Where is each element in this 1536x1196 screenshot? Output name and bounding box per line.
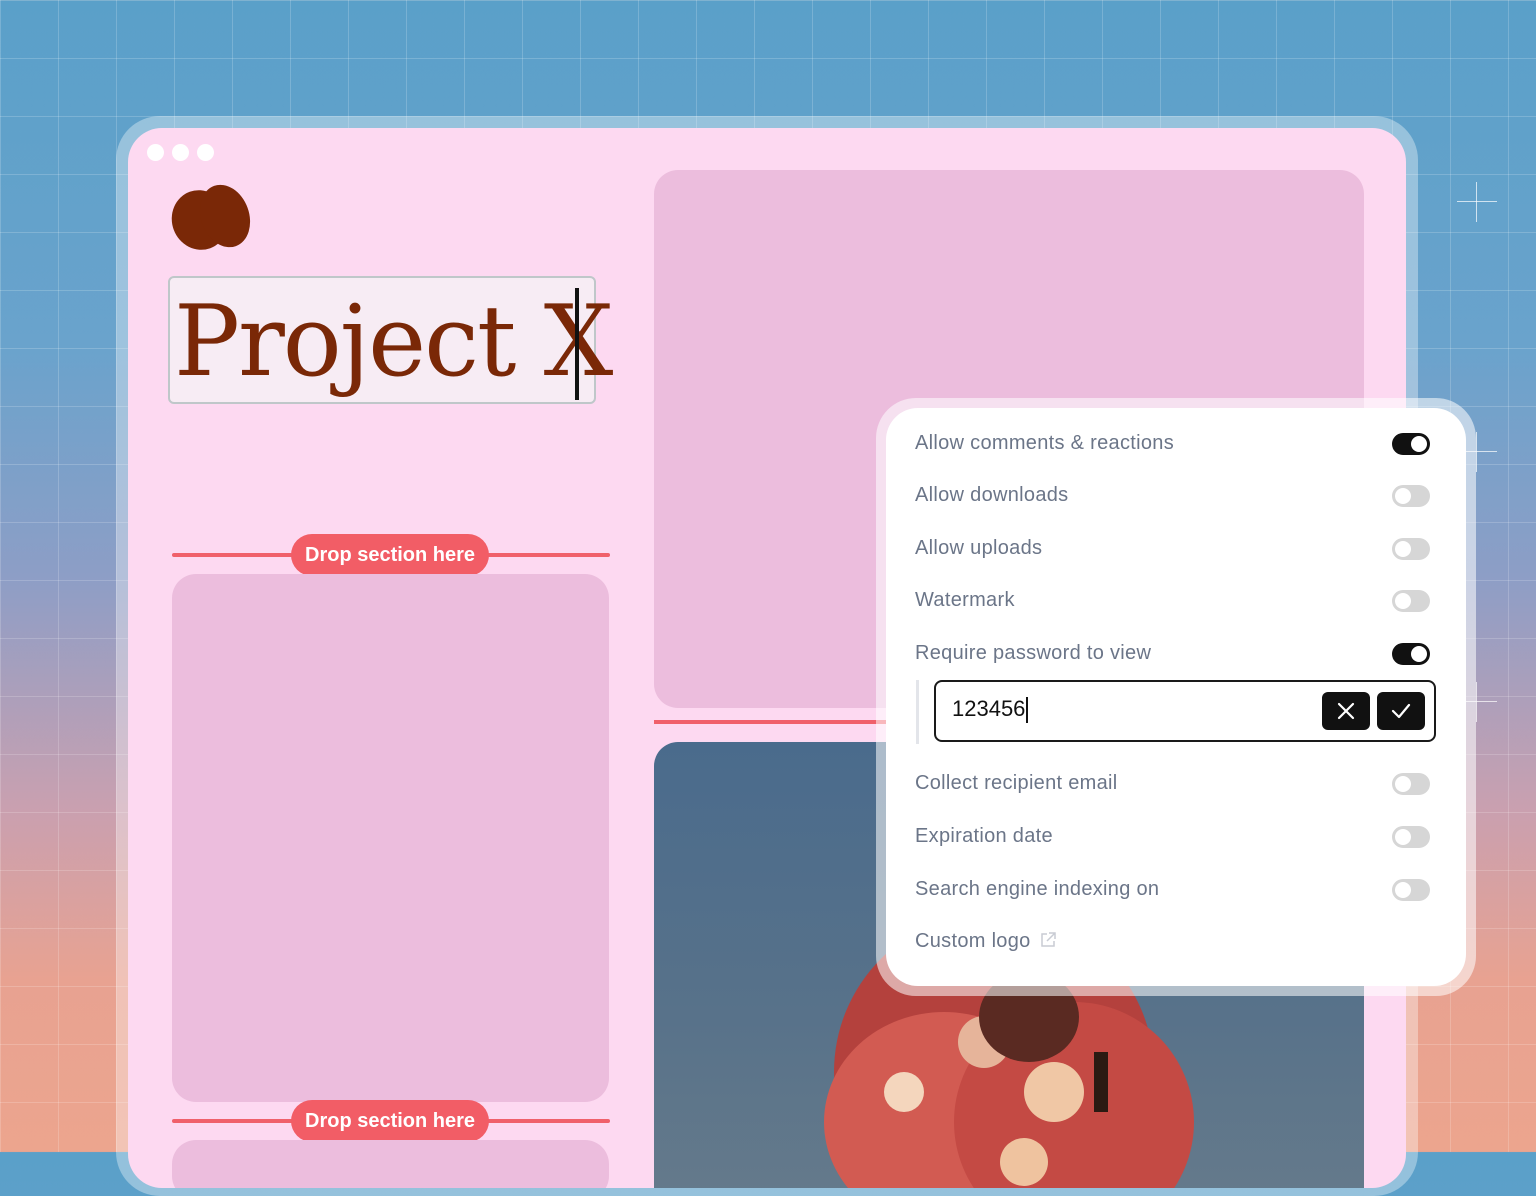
logo-blob-icon [171, 184, 251, 250]
drop-zone-line [654, 720, 914, 724]
window-dot[interactable] [197, 144, 214, 161]
text-caret [575, 288, 579, 400]
setting-label: Search engine indexing on [915, 878, 1160, 900]
setting-label: Expiration date [915, 825, 1053, 847]
setting-label: Collect recipient email [915, 772, 1118, 794]
email-toggle[interactable] [1392, 773, 1430, 795]
check-icon [1391, 703, 1411, 719]
title-input[interactable]: Project X [168, 276, 613, 404]
setting-row-custom-logo[interactable]: Custom logo [915, 922, 1430, 962]
comments-toggle[interactable] [1392, 433, 1430, 455]
setting-row-comments: Allow comments & reactions [915, 424, 1430, 464]
setting-row-password: Require password to view [915, 634, 1430, 674]
window-controls [147, 144, 214, 161]
cancel-password-button[interactable] [1322, 692, 1370, 730]
setting-row-watermark: Watermark [915, 581, 1430, 621]
share-settings-popover: Allow comments & reactions Allow downloa… [886, 408, 1466, 986]
indexing-toggle[interactable] [1392, 879, 1430, 901]
content-placeholder[interactable] [172, 1140, 609, 1188]
setting-row-email: Collect recipient email [915, 764, 1430, 804]
window-dot[interactable] [172, 144, 189, 161]
password-text: 123456 [952, 696, 1026, 721]
setting-label: Allow comments & reactions [915, 432, 1175, 454]
content-placeholder[interactable] [172, 574, 609, 1102]
setting-label: Watermark [915, 589, 1015, 611]
setting-row-expiration: Expiration date [915, 817, 1430, 857]
watermark-toggle[interactable] [1392, 590, 1430, 612]
drop-section-label[interactable]: Drop section here [291, 1100, 490, 1142]
sparkle-decoration [1457, 182, 1497, 222]
text-caret [1026, 697, 1029, 724]
setting-label: Allow downloads [915, 484, 1069, 506]
confirm-password-button[interactable] [1377, 692, 1425, 730]
external-link-icon[interactable] [1039, 931, 1057, 949]
expiration-toggle[interactable] [1392, 826, 1430, 848]
page-title: Project X [174, 285, 613, 399]
setting-label: Require password to view [915, 642, 1152, 664]
setting-label: Allow uploads [915, 537, 1043, 559]
custom-logo-label: Custom logo [915, 930, 1031, 952]
setting-row-downloads: Allow downloads [915, 476, 1430, 516]
setting-row-indexing: Search engine indexing on [915, 870, 1430, 910]
setting-row-uploads: Allow uploads [915, 529, 1430, 569]
uploads-toggle[interactable] [1392, 538, 1430, 560]
password-value[interactable]: 123456 [952, 696, 1029, 724]
downloads-toggle[interactable] [1392, 485, 1430, 507]
password-indent-bar [916, 680, 919, 744]
drop-section-label[interactable]: Drop section here [291, 534, 490, 576]
setting-label: Custom logo [915, 930, 1057, 953]
password-toggle[interactable] [1392, 643, 1430, 665]
window-dot[interactable] [147, 144, 164, 161]
password-field[interactable]: 123456 [934, 680, 1436, 742]
close-icon [1337, 702, 1355, 720]
